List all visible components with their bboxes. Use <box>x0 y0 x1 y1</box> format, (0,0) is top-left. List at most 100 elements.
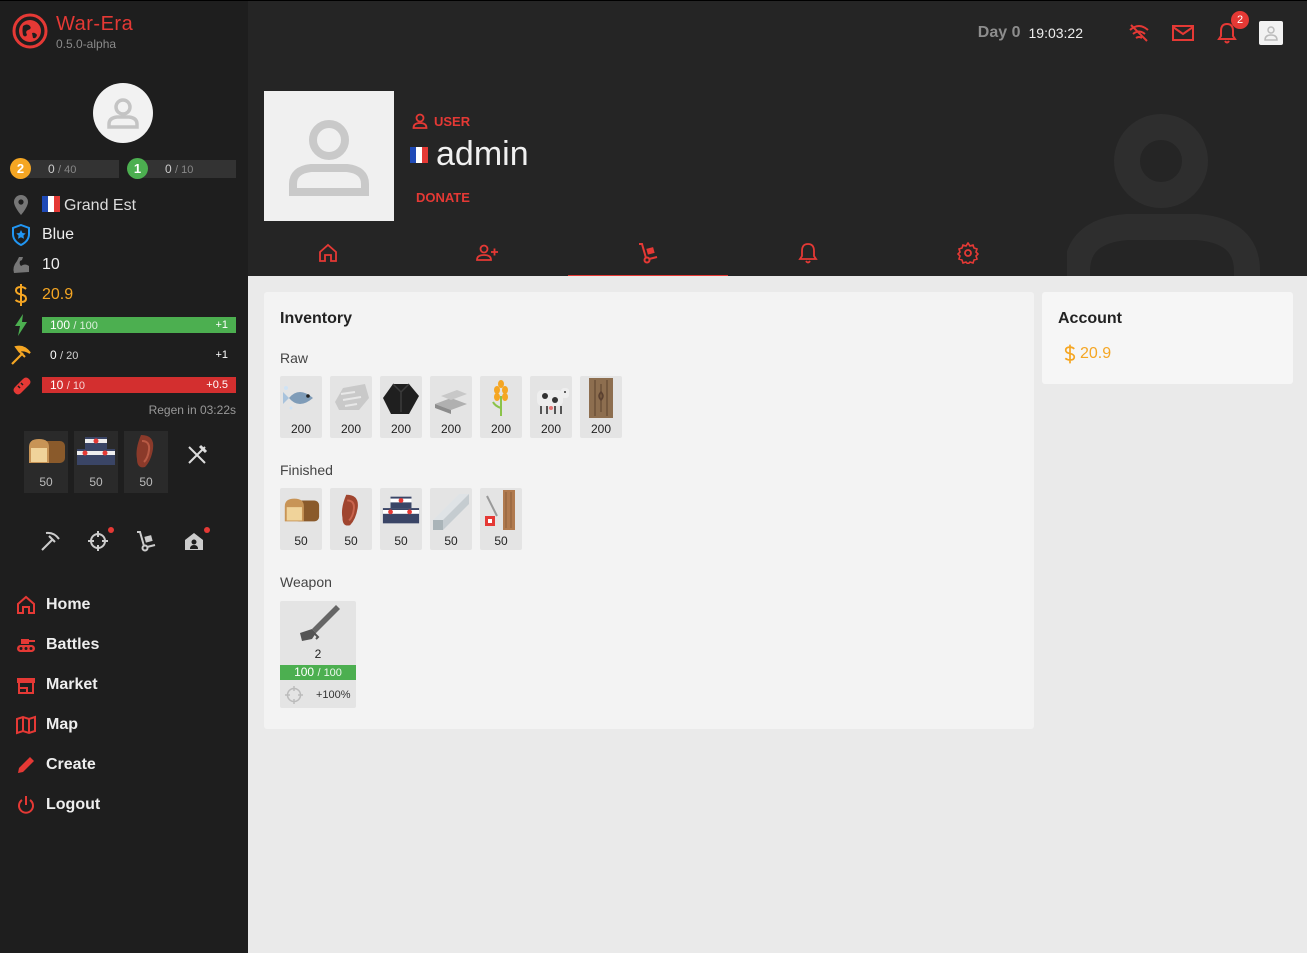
game-day: Day 0 <box>977 24 1021 41</box>
user-role: USER <box>412 113 470 129</box>
home-icon <box>16 595 36 615</box>
level-progress: 0 / 40 <box>20 160 119 178</box>
nav-create[interactable]: Create <box>16 745 100 785</box>
weapon-item[interactable]: 2 100 / 100 +100% <box>280 601 356 708</box>
username: admin <box>410 135 529 174</box>
eat-button[interactable] <box>186 444 208 471</box>
lightning-icon <box>10 314 32 336</box>
grain-icon <box>492 380 508 416</box>
nav-battles[interactable]: Battles <box>16 625 100 665</box>
money-row: 20.9 <box>10 283 236 307</box>
work-bar: 0 / 20 +1 <box>50 348 228 362</box>
inventory-item[interactable]: 50 <box>480 488 522 550</box>
dollar-icon <box>10 284 32 306</box>
tab-overview[interactable] <box>248 229 408 276</box>
inventory-item[interactable]: 200 <box>580 376 622 438</box>
house-user-icon <box>185 533 203 550</box>
donate-button[interactable]: DONATE <box>416 190 470 205</box>
food-tile[interactable]: 50 <box>124 431 168 493</box>
work-row: 0 / 20 +1 <box>10 343 236 367</box>
work-quick-button[interactable] <box>38 529 62 553</box>
party-name: Blue <box>42 226 75 243</box>
plank-saw-icon <box>485 490 515 530</box>
inventory-card: Inventory Raw 200 200 200 200 200 200 20… <box>264 292 1034 729</box>
account-menu-avatar[interactable] <box>1259 21 1283 45</box>
inventory-item[interactable]: 50 <box>280 488 322 550</box>
steak-icon <box>136 435 154 468</box>
arm-muscle-icon <box>10 254 32 276</box>
bread-icon <box>284 498 320 522</box>
tab-settings[interactable] <box>888 229 1048 276</box>
inventory-item[interactable]: 50 <box>330 488 372 550</box>
energy-row: 100 / 100 +1 <box>10 313 236 337</box>
home-icon <box>319 243 337 262</box>
main-nav: Home Battles Market Map Create Logout <box>16 585 100 825</box>
sidebar-avatar[interactable] <box>93 83 153 143</box>
finished-section-label: Finished <box>280 462 333 478</box>
location-pin-icon <box>10 194 32 216</box>
weapon-section-label: Weapon <box>280 574 332 590</box>
nav-home[interactable]: Home <box>16 585 100 625</box>
inventory-item[interactable]: 200 <box>280 376 322 438</box>
shield-star-icon <box>10 224 32 246</box>
pickaxe-icon <box>41 531 60 551</box>
tab-inventory[interactable] <box>568 229 728 276</box>
inventory-quick-button[interactable] <box>134 529 158 553</box>
inventory-item[interactable]: 200 <box>330 376 372 438</box>
sushi-icon <box>382 496 420 524</box>
map-icon <box>16 715 36 735</box>
nav-logout[interactable]: Logout <box>16 785 100 825</box>
party-row[interactable]: Blue <box>10 223 236 247</box>
nav-map[interactable]: Map <box>16 705 100 745</box>
account-money: 20.9 <box>1058 344 1277 364</box>
hand-truck-icon <box>639 243 658 264</box>
profile-tabs <box>248 229 1048 276</box>
profile-avatar[interactable] <box>264 91 394 221</box>
user-network-icon <box>476 244 498 261</box>
food-tile[interactable]: 50 <box>74 431 118 493</box>
health-bar: 10 / 10 +0.5 <box>42 377 236 393</box>
concrete-icon <box>433 494 469 530</box>
sausage-icon <box>10 374 32 396</box>
pencil-icon <box>16 755 36 775</box>
region-row[interactable]: Grand Est <box>10 193 236 217</box>
fish-icon <box>283 386 313 410</box>
inventory-item[interactable]: 200 <box>480 376 522 438</box>
app-title: War-Era <box>56 13 134 35</box>
inventory-item[interactable]: 200 <box>380 376 422 438</box>
finished-items: 50 50 50 50 50 <box>280 488 522 550</box>
health-row: 10 / 10 +0.5 <box>10 373 236 397</box>
mute-toggle-button[interactable] <box>1127 21 1151 45</box>
sushi-icon <box>77 437 115 465</box>
food-quickbar: 50 50 50 <box>24 431 168 493</box>
battle-quick-button[interactable] <box>86 527 114 553</box>
france-flag-icon <box>410 146 428 163</box>
military-rank-badge: 1 <box>127 158 148 179</box>
tab-notifications[interactable] <box>728 229 888 276</box>
gear-icon <box>957 242 979 264</box>
limestone-icon <box>335 384 369 410</box>
food-tile[interactable]: 50 <box>24 431 68 493</box>
energy-bar: 100 / 100 +1 <box>42 317 236 333</box>
inventory-item[interactable]: 50 <box>380 488 422 550</box>
bread-icon <box>29 439 65 463</box>
notification-dot <box>204 527 210 533</box>
app-version: 0.5.0-alpha <box>56 37 117 51</box>
power-icon <box>16 795 36 815</box>
notifications-button[interactable]: 2 <box>1215 11 1249 45</box>
inventory-item[interactable]: 200 <box>530 376 572 438</box>
inventory-item[interactable]: 200 <box>430 376 472 438</box>
messages-button[interactable] <box>1171 21 1195 45</box>
user-placeholder-icon <box>107 98 139 129</box>
tab-relations[interactable] <box>408 229 568 276</box>
pistol-icon <box>300 605 340 641</box>
cow-icon <box>537 388 569 414</box>
logo[interactable]: War-Era 0.5.0-alpha <box>12 13 133 51</box>
user-outline-icon <box>412 113 428 129</box>
nav-market[interactable]: Market <box>16 665 100 705</box>
inventory-item[interactable]: 50 <box>430 488 472 550</box>
strength-value: 10 <box>42 256 60 273</box>
globe-logo-icon <box>12 13 48 49</box>
house-quick-button[interactable] <box>182 527 210 553</box>
background-user-silhouette-icon <box>1067 114 1260 276</box>
